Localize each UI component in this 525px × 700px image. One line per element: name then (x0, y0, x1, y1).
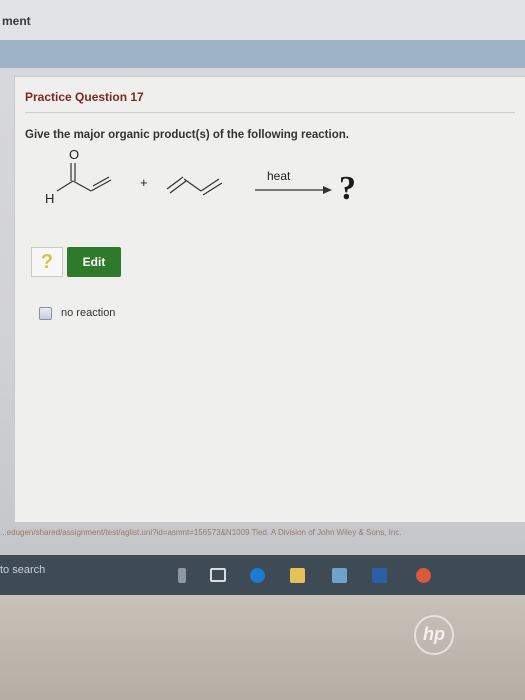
aldehyde-h-bond (56, 180, 74, 192)
question-mark-icon: ? (40, 251, 54, 273)
microphone-icon[interactable] (178, 568, 186, 583)
status-bar-url: ...edugen/shared/assignment/test/aglist.… (0, 528, 402, 537)
condition-label: heat (267, 169, 291, 183)
question-panel: Practice Question 17 Give the major orga… (14, 76, 525, 523)
no-reaction-checkbox[interactable] (39, 307, 52, 320)
store-icon[interactable] (332, 568, 347, 583)
reaction-arrow-head (323, 186, 332, 194)
chrome-icon[interactable] (416, 568, 431, 583)
taskbar-search[interactable]: to search (0, 564, 45, 576)
alpha-bond (72, 180, 92, 192)
task-view-icon[interactable] (210, 568, 226, 582)
hydrogen-label: H (45, 191, 54, 206)
alkene-bond-2 (92, 176, 110, 187)
browser-top-strip: ment (0, 0, 525, 41)
window-title: ment (2, 14, 31, 28)
product-question-mark: ? (339, 170, 356, 207)
reaction-scheme: O H + heat ? (45, 147, 356, 207)
oxygen-label: O (69, 147, 79, 162)
diene-single-bond (183, 178, 202, 192)
no-reaction-label: no reaction (61, 307, 116, 319)
edit-button[interactable]: Edit (67, 247, 121, 277)
question-prompt: Give the major organic product(s) of the… (25, 129, 349, 141)
diene-bond-1a (166, 176, 184, 190)
title-divider (25, 112, 515, 113)
answer-drawing-box[interactable]: ? (31, 247, 63, 277)
page-header-band (0, 40, 525, 68)
question-title: Practice Question 17 (25, 90, 144, 104)
plus-sign: + (140, 175, 148, 190)
diene-bond-2a (200, 178, 220, 192)
diene-bond-1b (169, 180, 187, 194)
word-icon[interactable] (372, 568, 387, 583)
edge-browser-icon[interactable] (250, 568, 265, 583)
hp-logo: hp (414, 615, 454, 655)
file-explorer-icon[interactable] (290, 568, 305, 583)
diene-bond-2b (202, 182, 223, 196)
taskbar: to search (0, 555, 525, 595)
screen: ment Practice Question 17 Give the major… (0, 0, 525, 595)
